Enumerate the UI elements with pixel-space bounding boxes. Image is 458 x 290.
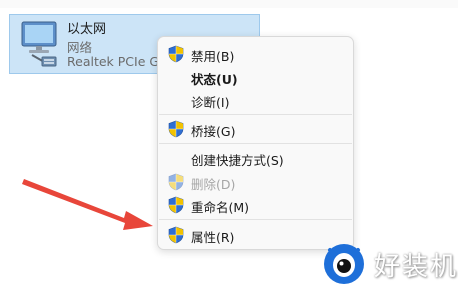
uac-shield-icon (167, 120, 185, 138)
uac-shield-icon (167, 173, 185, 191)
top-strip (0, 0, 458, 8)
menu-item-label: 诊断(I) (191, 95, 230, 110)
menu-item-disable[interactable]: 禁用(B) (162, 42, 349, 66)
menu-separator (159, 219, 352, 220)
watermark-text: 好装机 (374, 252, 458, 282)
menu-separator (159, 143, 352, 144)
menu-item-label: 属性(R) (191, 230, 235, 245)
menu-item-label: 创建快捷方式(S) (191, 153, 284, 168)
menu-item-label: 重命名(M) (191, 200, 250, 215)
uac-shield-icon (167, 45, 185, 63)
context-menu: 禁用(B) 状态(U) 诊断(I) 桥接(G) 创建快捷方式(S) 删除(D) … (157, 36, 354, 250)
network-adapter-icon (21, 21, 57, 67)
uac-shield-icon (167, 226, 185, 244)
menu-separator (159, 114, 352, 115)
menu-item-bridge[interactable]: 桥接(G) (162, 117, 349, 141)
menu-item-label: 状态(U) (191, 72, 238, 87)
menu-item-delete: 删除(D) (162, 170, 349, 194)
menu-item-label: 禁用(B) (191, 49, 235, 64)
menu-item-create-shortcut[interactable]: 创建快捷方式(S) (162, 146, 349, 170)
menu-item-label: 桥接(G) (191, 124, 236, 139)
menu-item-status[interactable]: 状态(U) (162, 65, 349, 89)
watermark: 好装机 (318, 238, 458, 290)
menu-item-label: 删除(D) (191, 177, 236, 192)
uac-shield-icon (167, 196, 185, 214)
menu-item-diagnose[interactable]: 诊断(I) (162, 88, 349, 112)
menu-item-rename[interactable]: 重命名(M) (162, 193, 349, 217)
eye-logo-icon (324, 244, 364, 284)
adapter-name: 以太网 (67, 22, 107, 37)
